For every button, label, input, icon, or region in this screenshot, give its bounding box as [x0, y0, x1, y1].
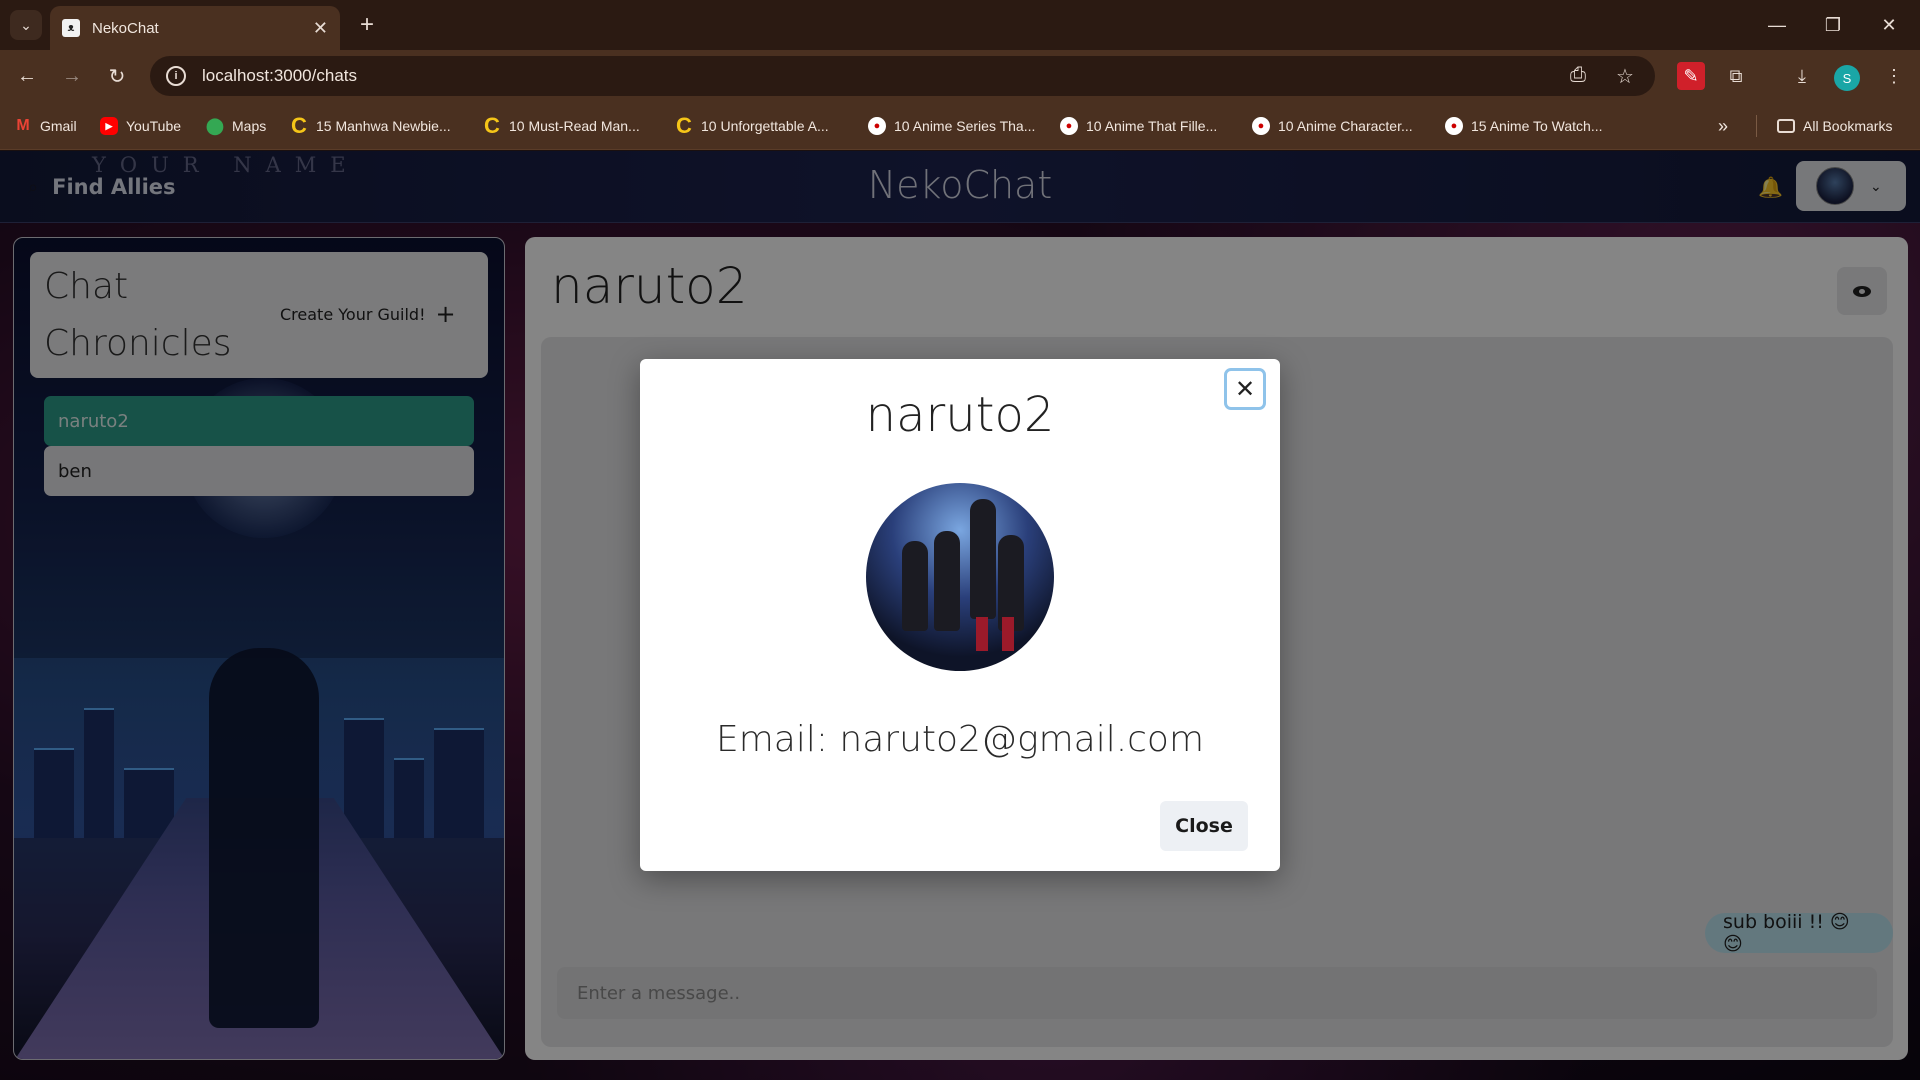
- site-info-icon[interactable]: i: [166, 66, 186, 86]
- bookmark-item[interactable]: ● 10 Anime That Fille...: [1060, 115, 1217, 137]
- c-logo-icon: C: [676, 113, 692, 138]
- maps-icon: ⬤: [206, 118, 224, 135]
- youtube-icon: ▶: [100, 117, 118, 135]
- bookmark-label: 10 Unforgettable A...: [701, 118, 829, 134]
- bookmark-label: Maps: [232, 118, 267, 134]
- browser-tab-bar: ⌄ ᴥ NekoChat ✕ + — ❐ ✕: [0, 0, 1920, 50]
- window-close-icon[interactable]: ✕: [1866, 8, 1912, 42]
- bookmarks-bar: M Gmail ▶ YouTube ⬤ Maps C 15 Manhwa Newbie.…: [0, 100, 1920, 150]
- bookmark-item[interactable]: C 15 Manhwa Newbie...: [290, 113, 451, 138]
- k-logo-icon: ●: [1060, 117, 1078, 135]
- profile-email: Email: naruto2@gmail.com: [715, 719, 1205, 760]
- k-logo-icon: ●: [1252, 117, 1270, 135]
- tab-search-chevron-icon[interactable]: ⌄: [10, 10, 42, 40]
- menu-kebab-icon[interactable]: ⋮: [1880, 62, 1908, 90]
- forward-icon[interactable]: →: [55, 59, 89, 93]
- install-app-icon[interactable]: ⎙: [1570, 64, 1586, 87]
- bookmark-label: YouTube: [126, 118, 182, 134]
- bookmark-item[interactable]: C 10 Must-Read Man...: [483, 113, 640, 138]
- bookmark-label: 10 Anime That Fille...: [1086, 118, 1218, 134]
- bookmark-item[interactable]: ⬤ Maps: [206, 115, 266, 137]
- profile-modal: naruto2 ✕ Email: naruto2@gmail.com Close: [640, 359, 1280, 871]
- all-bookmarks-button[interactable]: All Bookmarks: [1756, 115, 1892, 137]
- tab-close-icon[interactable]: ✕: [313, 18, 328, 39]
- c-logo-icon: C: [484, 113, 500, 138]
- c-logo-icon: C: [291, 113, 307, 138]
- browser-toolbar: ← → ↻ i localhost:3000/chats ⎙ ☆ ✎ ⧉ ⤓ ⋮: [0, 50, 1920, 100]
- all-bookmarks-label: All Bookmarks: [1803, 118, 1893, 134]
- bookmark-label: 15 Manhwa Newbie...: [316, 118, 451, 134]
- k-logo-icon: ●: [868, 117, 886, 135]
- tab-title: NekoChat: [92, 19, 159, 37]
- download-icon[interactable]: ⤓: [1788, 62, 1816, 90]
- cat-logo-icon: ᴥ: [62, 19, 80, 37]
- bookmark-label: Gmail: [40, 118, 77, 134]
- new-tab-icon[interactable]: +: [352, 10, 382, 40]
- bookmark-item[interactable]: M Gmail: [14, 115, 77, 137]
- bookmark-label: 10 Must-Read Man...: [509, 118, 640, 134]
- address-url: localhost:3000/chats: [202, 66, 357, 85]
- folder-icon: [1777, 119, 1795, 133]
- reload-icon[interactable]: ↻: [100, 59, 134, 93]
- extension-pen-icon[interactable]: ✎: [1677, 62, 1705, 90]
- bookmark-item[interactable]: ▶ YouTube: [100, 115, 181, 137]
- back-icon[interactable]: ←: [10, 59, 44, 93]
- modal-title: naruto2: [865, 387, 1055, 443]
- bookmark-item[interactable]: ● 10 Anime Character...: [1252, 115, 1413, 137]
- bookmarks-overflow-icon[interactable]: »: [1718, 115, 1728, 137]
- bookmark-star-icon[interactable]: ☆: [1616, 64, 1634, 89]
- profile-avatar-image: [866, 483, 1054, 671]
- bookmark-item[interactable]: C 10 Unforgettable A...: [675, 113, 829, 138]
- bookmark-label: 10 Anime Series Tha...: [894, 118, 1036, 134]
- close-icon[interactable]: ✕: [1224, 368, 1266, 410]
- restore-icon[interactable]: ❐: [1810, 8, 1856, 42]
- bookmark-item[interactable]: ● 15 Anime To Watch...: [1445, 115, 1603, 137]
- k-logo-icon: ●: [1445, 117, 1463, 135]
- gmail-icon: M: [16, 117, 30, 134]
- close-button[interactable]: Close: [1160, 801, 1248, 851]
- extensions-puzzle-icon[interactable]: ⧉: [1722, 62, 1750, 90]
- bookmark-label: 10 Anime Character...: [1278, 118, 1413, 134]
- browser-tab[interactable]: ᴥ NekoChat ✕: [50, 6, 340, 50]
- bookmark-item[interactable]: ● 10 Anime Series Tha...: [868, 115, 1035, 137]
- minimize-icon[interactable]: —: [1754, 8, 1800, 42]
- bookmark-label: 15 Anime To Watch...: [1471, 118, 1603, 134]
- address-bar[interactable]: i localhost:3000/chats ⎙ ☆: [150, 56, 1655, 96]
- profile-avatar[interactable]: S: [1834, 65, 1860, 91]
